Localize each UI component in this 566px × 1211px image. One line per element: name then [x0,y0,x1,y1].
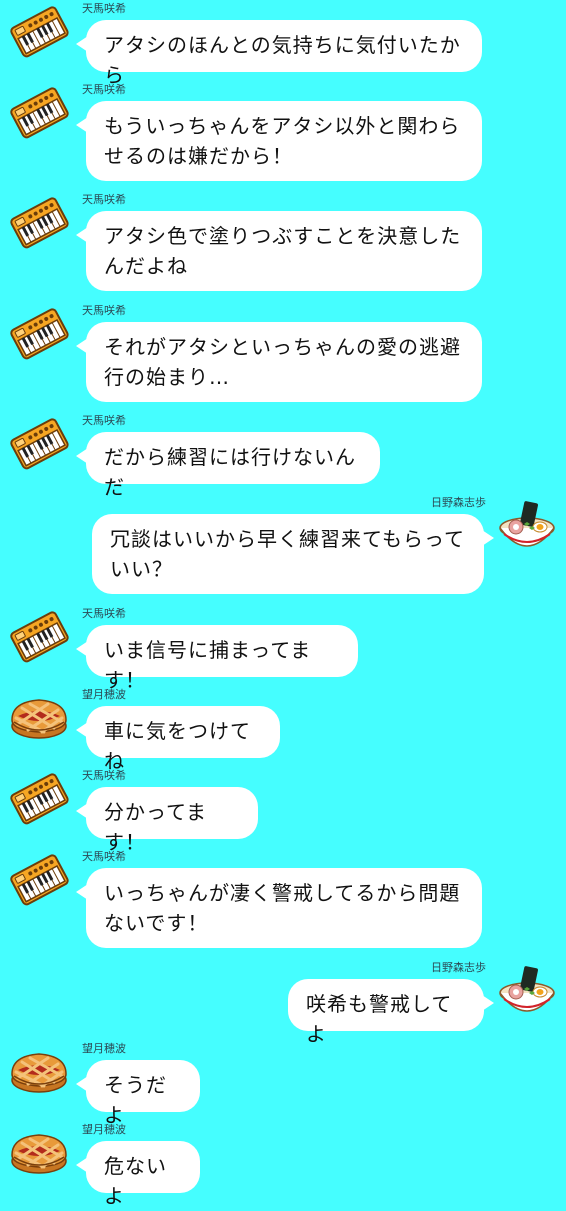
keyboard-icon[interactable] [8,81,70,143]
message-bubble[interactable]: だから練習には行けないんだ [76,432,380,499]
ramen-icon[interactable] [496,959,558,1021]
message-bubble[interactable]: いっちゃんが凄く警戒してるから問題ないです！ [76,868,482,948]
message-bubble[interactable]: アタシ色で塗りつぶすことを決意したんだよね [76,211,482,291]
message-bubble[interactable]: 冗談はいいから早く練習来てもらっていい？ [92,514,494,594]
message-row: 天馬咲希 だから練習には行けないんだ [0,412,566,499]
message-bubble[interactable]: そうだよ [76,1060,200,1127]
message-bubble[interactable]: 危ないよ [76,1141,200,1208]
sender-name: 日野森志歩 [431,961,486,974]
message-row: 天馬咲希 もういっちゃんをアタシ以外と関わらせるのは嫌だから！ [0,83,566,183]
sender-name: 天馬咲希 [82,2,126,15]
sender-name: 望月穂波 [82,1042,126,1055]
sender-name: 望月穂波 [82,688,126,701]
pie-icon[interactable] [8,1121,70,1183]
message-bubble[interactable]: 分かってます！ [76,787,258,854]
pie-icon[interactable] [8,686,70,748]
keyboard-icon[interactable] [8,605,70,667]
pie-icon[interactable] [8,1040,70,1102]
sender-name: 天馬咲希 [82,607,126,620]
message-row: 天馬咲希 分かってます！ [0,767,566,854]
keyboard-icon[interactable] [8,302,70,364]
keyboard-icon[interactable] [8,0,70,62]
message-bubble[interactable]: 咲希も警戒してよ [288,979,494,1046]
sender-name: 天馬咲希 [82,850,126,863]
message-bubble[interactable]: アタシのほんとの気持ちに気付いたから [76,20,482,87]
message-bubble[interactable]: それがアタシといっちゃんの愛の逃避行の始まり… [76,322,482,402]
keyboard-icon[interactable] [8,191,70,253]
message-bubble[interactable]: 車に気をつけてね [76,706,280,773]
keyboard-icon[interactable] [8,412,70,474]
message-row: 望月穂波 そうだよ [0,1040,566,1127]
sender-name: 天馬咲希 [82,769,126,782]
sender-name: 天馬咲希 [82,193,126,206]
message-row: 天馬咲希 アタシ色で塗りつぶすことを決意したんだよね [0,193,566,293]
message-row: 望月穂波 危ないよ [0,1121,566,1208]
ramen-icon[interactable] [496,494,558,556]
keyboard-icon[interactable] [8,767,70,829]
keyboard-icon[interactable] [8,848,70,910]
message-row: 天馬咲希 それがアタシといっちゃんの愛の逃避行の始まり… [0,304,566,404]
message-row: 天馬咲希 いっちゃんが凄く警戒してるから問題ないです！ [0,850,566,950]
message-row: 天馬咲希 いま信号に捕まってます！ [0,605,566,692]
message-bubble[interactable]: いま信号に捕まってます！ [76,625,358,692]
message-bubble[interactable]: もういっちゃんをアタシ以外と関わらせるのは嫌だから！ [76,101,482,181]
sender-name: 天馬咲希 [82,304,126,317]
message-row: 望月穂波 車に気をつけてね [0,686,566,773]
sender-name: 望月穂波 [82,1123,126,1136]
message-row: 日野森志歩 咲希も警戒してよ [0,959,566,1046]
sender-name: 日野森志歩 [431,496,486,509]
sender-name: 天馬咲希 [82,83,126,96]
message-row: 天馬咲希 アタシのほんとの気持ちに気付いたから [0,0,566,87]
message-row: 日野森志歩 冗談はいいから早く練習来てもらっていい？ [0,496,566,596]
sender-name: 天馬咲希 [82,414,126,427]
